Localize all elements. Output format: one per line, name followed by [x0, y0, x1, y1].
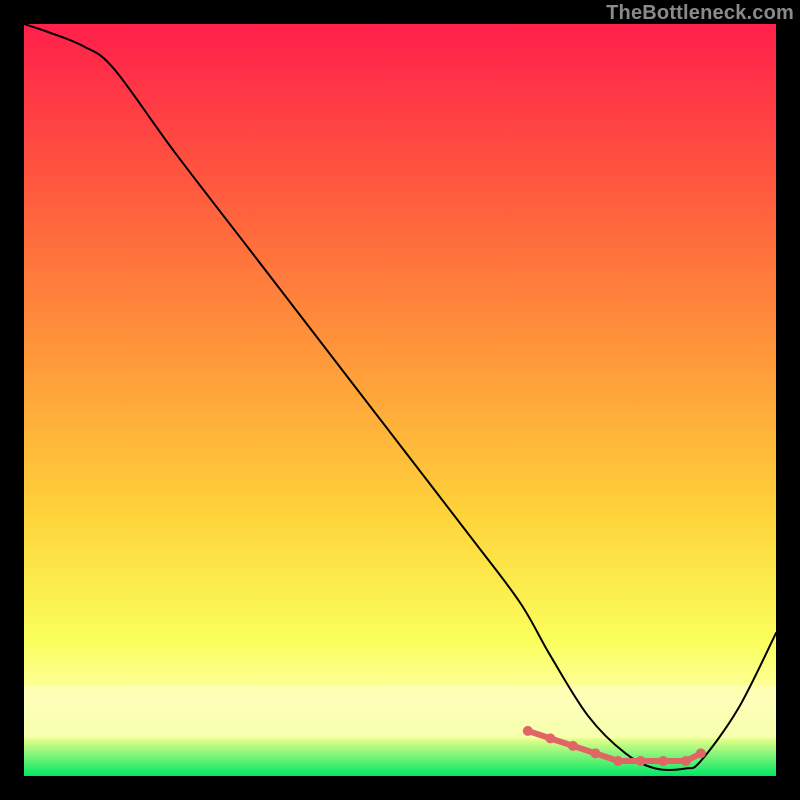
chart-svg	[24, 24, 776, 776]
optimal-range-dot	[613, 756, 623, 766]
chart-frame: TheBottleneck.com	[0, 0, 800, 800]
optimal-range-dot	[696, 748, 706, 758]
optimal-range-dot	[523, 726, 533, 736]
optimal-range-dot	[591, 748, 601, 758]
gradient-background	[24, 24, 776, 776]
optimal-range-dot	[658, 756, 668, 766]
optimal-range-dot	[568, 741, 578, 751]
optimal-range-dot	[681, 756, 691, 766]
plot-area	[24, 24, 776, 776]
optimal-range-dot	[636, 756, 646, 766]
highlight-band	[24, 686, 776, 739]
watermark-label: TheBottleneck.com	[606, 2, 794, 25]
optimal-range-dot	[545, 733, 555, 743]
